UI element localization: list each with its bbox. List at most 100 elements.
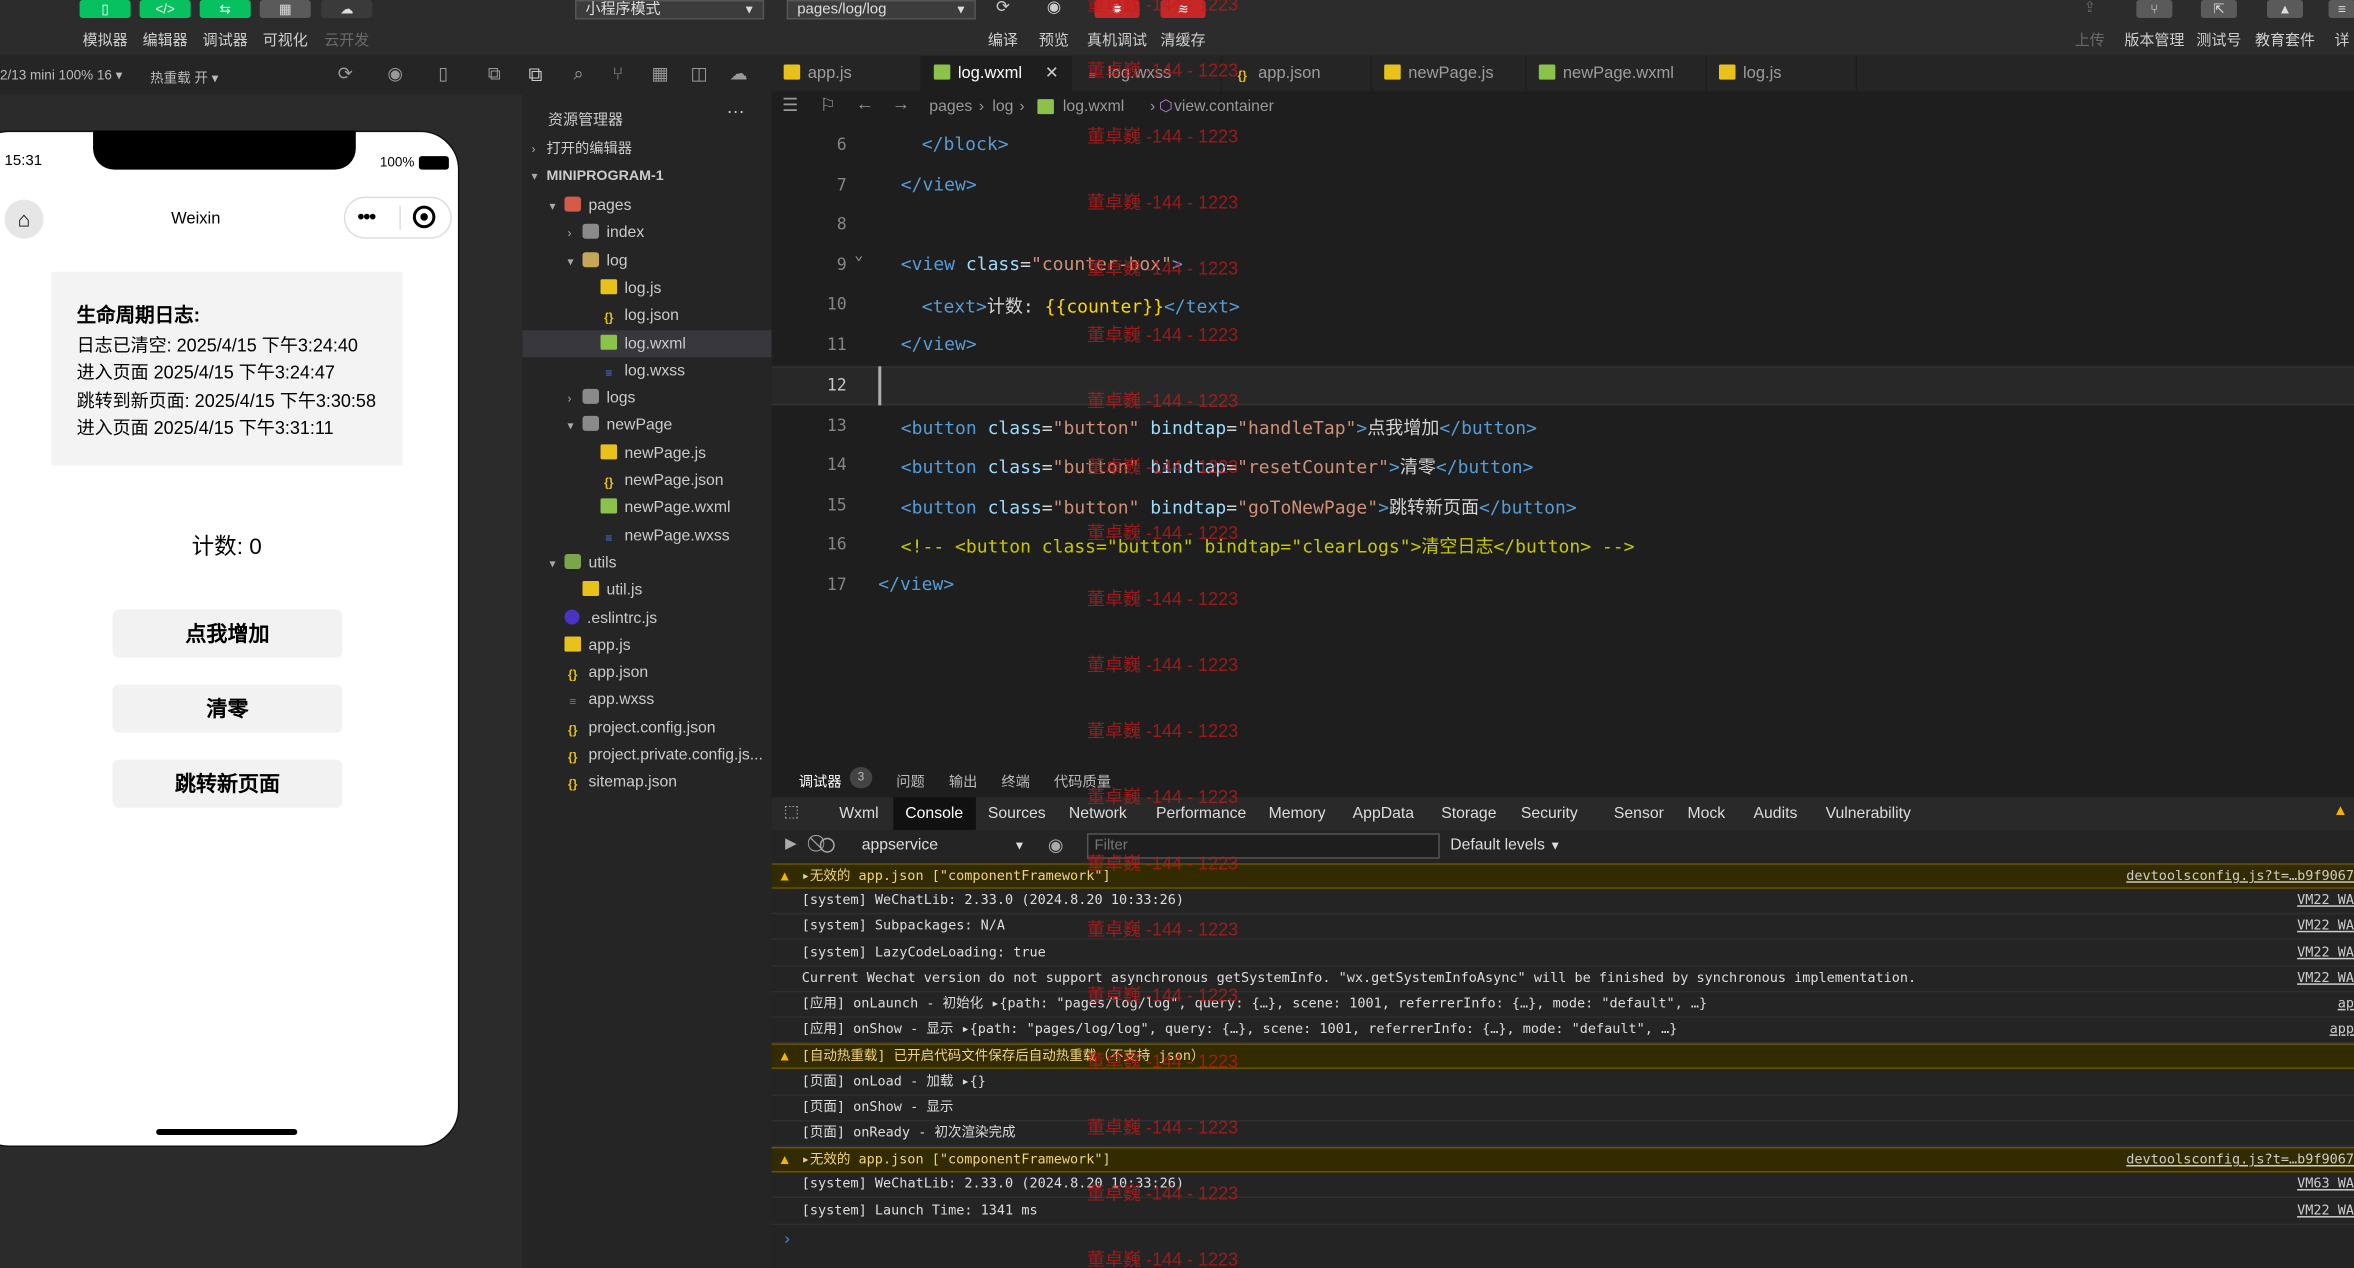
file-tree-item[interactable]: {} log.json <box>522 302 771 329</box>
file-tree-item[interactable]: ▾ newPage <box>522 412 771 439</box>
file-tree-item[interactable]: › logs <box>522 384 771 411</box>
compile-button[interactable]: ⟳ 编译 <box>979 0 1027 56</box>
console-message[interactable]: ▲ ▸无效的 app.json ["componentFramework"] dev… <box>771 1147 2354 1173</box>
tab-app-json[interactable]: {} app.json <box>1222 55 1373 92</box>
mode-select[interactable]: 小程序模式 ▼ <box>574 0 765 20</box>
log-levels-select[interactable]: Default levels ▼ <box>1450 836 1561 854</box>
file-tree-item[interactable]: {} sitemap.json <box>522 769 771 796</box>
record-icon[interactable]: ◉ <box>387 63 403 84</box>
console-message[interactable]: [应用] onShow - 显示 ▸{path: "pages/log/log"… <box>771 1018 2354 1044</box>
sidebar-toggle-icon[interactable]: ▶ <box>785 836 797 853</box>
file-tree-item[interactable]: app.js <box>522 632 771 659</box>
file-tree-item[interactable]: ▾ pages <box>522 192 771 219</box>
file-tree-item[interactable]: {} project.private.config.js... <box>522 742 771 769</box>
console-source-link[interactable]: VM22 WA <box>2297 889 2354 913</box>
console-source-link[interactable]: ap <box>2338 992 2354 1016</box>
console-source-link[interactable]: app <box>2330 1018 2354 1042</box>
devtools-tab[interactable]: Sensor <box>1602 797 1676 830</box>
file-tree-item[interactable]: log.js <box>522 275 771 302</box>
simulator-toggle-button[interactable]: ▯ 模拟器 <box>79 0 131 56</box>
phone-icon[interactable]: ▯ <box>438 63 448 84</box>
bookmark-icon[interactable]: ⚐ <box>820 95 836 116</box>
hot-reload-select[interactable]: 热重载 开 ▾ <box>150 68 218 88</box>
tab-terminal[interactable]: 终端 <box>1001 770 1030 792</box>
tab-log-wxml[interactable]: log.wxml ✕ <box>921 55 1072 92</box>
inspect-icon[interactable]: ⬚ <box>784 802 800 821</box>
home-icon[interactable]: ⌂ <box>4 199 44 239</box>
console-message[interactable]: [system] WeChatLib: 2.33.0 (2024.8.20 10… <box>771 889 2354 915</box>
forward-arrow-icon[interactable]: → <box>892 93 910 114</box>
tab-output[interactable]: 输出 <box>949 770 978 792</box>
tab-newpage-wxml[interactable]: newPage.wxml <box>1527 55 1707 92</box>
devtools-tab[interactable]: Mock <box>1675 797 1737 830</box>
search-icon[interactable]: ⌕ <box>573 63 583 86</box>
console-message[interactable]: Current Wechat version do not support as… <box>771 967 2354 993</box>
file-tree-item[interactable]: ≡ newPage.wxss <box>522 522 771 549</box>
devtools-tab[interactable]: Vulnerability <box>1814 797 1923 830</box>
console-source-link[interactable]: devtoolsconfig.js?t=…b9f9067 <box>2126 865 2354 888</box>
tab-issues[interactable]: 问题 <box>896 770 925 792</box>
more-actions-icon[interactable]: ··· <box>727 101 745 122</box>
branch-icon[interactable]: ⑂ <box>613 63 624 84</box>
file-tree-item[interactable]: {} project.config.json <box>522 714 771 741</box>
file-tree-item[interactable]: {} app.json <box>522 659 771 686</box>
devtools-tab[interactable]: Security <box>1509 797 1590 830</box>
visual-toggle-button[interactable]: ▦ 可视化 <box>259 0 311 56</box>
tab-newpage-js[interactable]: newPage.js <box>1372 55 1527 92</box>
context-select[interactable]: appservice ▼ <box>854 833 1030 859</box>
console-message[interactable]: [应用] onLaunch - 初始化 ▸{path: "pages/log/l… <box>771 992 2354 1018</box>
console-source-link[interactable]: VM63 WA <box>2297 1173 2354 1197</box>
console-message[interactable]: ▲ [自动热重载] 已开启代码文件保存后自动热重载（不支持 json） <box>771 1043 2354 1070</box>
close-icon[interactable]: ✕ <box>1045 56 1059 92</box>
file-tree-item[interactable]: {} newPage.json <box>522 467 771 494</box>
console-message[interactable]: ▲ ▸无效的 app.json ["componentFramework"] dev… <box>771 863 2354 889</box>
preview-button[interactable]: ◉ 预览 <box>1030 0 1078 56</box>
warning-icon[interactable]: ▲ <box>2333 803 2348 820</box>
file-tree-item[interactable]: .eslintrc.js <box>522 604 771 631</box>
breadcrumb-file[interactable]: log.wxml <box>1063 98 1124 116</box>
debugger-toggle-button[interactable]: ⇆ 调试器 <box>199 0 251 56</box>
console-message[interactable]: [system] Subpackages: N/A VM22 WA <box>771 915 2354 941</box>
tab-log-js[interactable]: log.js <box>1707 55 1858 92</box>
file-tree-item[interactable]: ▾ log <box>522 247 771 274</box>
code-editor[interactable]: 6 7 8 9 10 11 12 13 14 15 16 17 ⌄ </bloc… <box>771 121 2354 759</box>
clear-console-icon[interactable] <box>819 837 835 853</box>
console-message[interactable]: [system] Launch Time: 1341 ms VM22 WA <box>771 1199 2354 1225</box>
reset-button[interactable]: 清零 <box>112 684 343 733</box>
console-source-link[interactable]: VM22 WA <box>2297 967 2354 991</box>
console-message[interactable]: [system] WeChatLib: 2.33.0 (2024.8.20 10… <box>771 1173 2354 1199</box>
layout-icon[interactable]: ◫ <box>691 63 708 84</box>
cloud-dev-button[interactable]: ☁ 云开发 <box>320 0 374 56</box>
rotate-icon[interactable]: ⟳ <box>338 63 353 84</box>
editor-toggle-button[interactable]: </> 编辑器 <box>139 0 191 56</box>
open-editors-section[interactable]: › 打开的编辑器 <box>522 137 771 164</box>
device-select[interactable]: 2/13 mini 100% 16 ▾ <box>0 68 122 85</box>
file-tree-item[interactable]: newPage.js <box>522 439 771 466</box>
tab-debugger[interactable]: 调试器 <box>799 770 842 792</box>
devtools-tab[interactable]: Audits <box>1742 797 1810 830</box>
fold-chevron-icon[interactable]: ⌄ <box>854 248 863 265</box>
file-tree-item[interactable]: ▾ utils <box>522 549 771 576</box>
console-source-link[interactable]: VM22 WA <box>2297 915 2354 939</box>
console-source-link[interactable]: VM22 WA <box>2297 941 2354 965</box>
files-icon[interactable]: ⧉ <box>528 63 542 87</box>
devtools-tab[interactable]: AppData <box>1341 797 1426 830</box>
eye-icon[interactable]: ◉ <box>1048 835 1064 856</box>
file-tree-item[interactable]: log.wxml <box>522 329 772 357</box>
devtools-tab[interactable]: Console <box>893 797 976 831</box>
details-button[interactable]: ≡ 详 <box>2326 0 2354 56</box>
edu-suite-button[interactable]: ▲ 教育套件 <box>2252 0 2318 56</box>
file-tree-item[interactable]: newPage.wxml <box>522 494 771 521</box>
file-tree-item[interactable]: ≡ log.wxss <box>522 357 771 384</box>
devtools-tab[interactable]: Sources <box>976 797 1058 830</box>
console-message[interactable]: [页面] onLoad - 加载 ▸{} <box>771 1070 2354 1096</box>
back-arrow-icon[interactable]: ← <box>856 93 874 114</box>
outline-icon[interactable]: ☰ <box>782 95 798 116</box>
popout-icon[interactable]: ⧉ <box>488 63 501 86</box>
console-message[interactable]: [页面] onShow - 显示 <box>771 1096 2354 1122</box>
cloud-icon[interactable]: ☁ <box>730 63 748 84</box>
tab-app-js[interactable]: app.js <box>772 55 922 92</box>
devtools-tab[interactable]: Memory <box>1257 797 1338 830</box>
console-prompt-icon[interactable]: › <box>782 1230 792 1250</box>
devtools-tab[interactable]: Storage <box>1429 797 1508 830</box>
